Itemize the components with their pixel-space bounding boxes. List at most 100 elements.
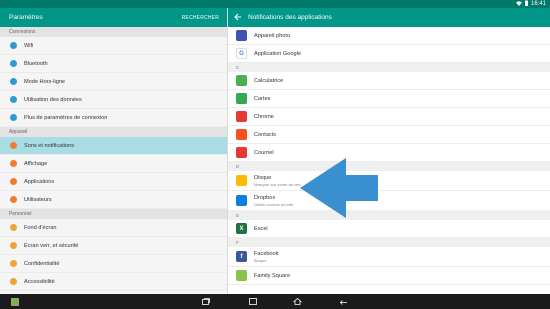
app-text: Chrome [254,114,274,120]
settings-header: Paramètres RECHERCHER [0,8,227,27]
facebook-icon: f [236,251,247,262]
wallpaper-icon [10,224,17,231]
navigation-bar [0,294,550,309]
app-text: Family Square [254,273,290,279]
calculator-icon [236,75,247,86]
section-header: Connexions [0,27,227,37]
settings-item-label: Plus de paramètres de connexion [24,114,108,121]
search-button[interactable]: RECHERCHER [182,15,219,21]
family-square-icon [236,270,247,281]
app-row[interactable]: Disque Masquer sur écran de verr. [228,171,550,191]
app-name: Facebook [254,250,279,257]
app-name: Cartes [254,95,271,102]
notifications-header: Notifications des applications [228,8,550,27]
home-icon[interactable] [293,297,302,306]
letter-header: C [228,63,550,72]
settings-item[interactable]: Fond d'écran [0,219,227,237]
settings-item[interactable]: Écran verr. et sécurité [0,237,227,255]
settings-item-label: Sons et notifications [24,142,75,149]
bluetooth-icon [10,60,17,67]
settings-item[interactable]: Utilisation des données [0,91,227,109]
app-status: Bloqué [254,257,267,263]
settings-item[interactable]: Confidentialité [0,255,227,273]
status-bar: 16:41 [0,0,550,8]
app-name: Appareil photo [254,32,291,39]
app-name: Excel [254,225,268,232]
settings-item[interactable]: Accessibilité [0,273,227,291]
app-row[interactable]: f Facebook Bloqué [228,247,550,267]
wifi-status-icon [515,0,522,8]
app-row[interactable]: X Excel [228,220,550,238]
camera-icon [236,30,247,41]
letter-header: E [228,211,550,220]
drive-icon [236,175,247,186]
users-icon [10,196,17,203]
chrome-icon [236,111,247,122]
app-row[interactable]: Family Square [228,267,550,285]
app-text: Disque Masquer sur écran de verr. [254,175,302,187]
pointer-arrow [300,158,378,218]
app-row[interactable]: Chrome [228,108,550,126]
app-row[interactable]: G Application Google [228,45,550,63]
overview-icon[interactable] [248,297,257,306]
app-name: Disque [254,174,272,181]
app-row[interactable]: Appareil photo [228,27,550,45]
lock-icon [10,242,17,249]
settings-item[interactable]: Bluetooth [0,55,227,73]
settings-item[interactable]: Utilisateurs [0,191,227,209]
app-text: Cartes [254,96,270,102]
sound-icon [10,142,17,149]
settings-item-label: Utilisateurs [24,196,52,203]
app-row[interactable]: Courriel [228,144,550,162]
wifi-icon [10,42,17,49]
dropbox-icon [236,195,247,206]
settings-item-label: Écran verr. et sécurité [24,242,79,249]
settings-item[interactable]: Plus de paramètres de connexion [0,109,227,127]
app-status: Masquer sur écran de verr. [254,181,302,187]
notifications-panel: Notifications des applications Appareil … [228,8,550,294]
app-name: Application Google [254,50,301,57]
status-icons: 16:41 [515,0,546,8]
settings-item-label: Bluetooth [24,60,48,67]
app-text: Calculatrice [254,78,283,84]
app-text: Facebook Bloqué [254,251,279,263]
battery-icon [524,0,528,8]
settings-item-label: Fond d'écran [24,224,57,231]
display-icon [10,160,17,167]
app-row[interactable]: Calculatrice [228,72,550,90]
settings-item[interactable]: Affichage [0,155,227,173]
notifications-title: Notifications des applications [248,14,332,21]
app-row[interactable]: Dropbox Définir comme priorité [228,191,550,211]
settings-item-label: Utilisation des données [24,96,82,103]
app-row[interactable]: Contacts [228,126,550,144]
back-icon[interactable] [339,297,348,306]
app-name: Dropbox [254,194,276,201]
google-icon: G [236,48,247,59]
app-row[interactable]: Cartes [228,90,550,108]
contacts-icon [236,129,247,140]
gallery-icon[interactable] [10,297,19,306]
airplane-icon [10,78,17,85]
app-text: Excel [254,226,268,232]
settings-list: Connexions Wifi Bluetooth Mode Hors-ligne Ut… [0,27,227,291]
settings-item[interactable]: Wifi [0,37,227,55]
back-arrow-icon[interactable] [234,13,242,23]
status-time: 16:41 [530,1,546,7]
settings-panel: Paramètres RECHERCHER Connexions Wifi Blue… [0,8,228,294]
section-header: Personnel [0,209,227,219]
recent-apps-icon[interactable] [201,297,210,306]
app-text: Application Google [254,51,301,57]
settings-item[interactable]: Applications [0,173,227,191]
app-name: Chrome [254,113,274,120]
settings-item[interactable]: Mode Hors-ligne [0,73,227,91]
settings-item-label: Wifi [24,42,34,49]
app-text: Courriel [254,150,274,156]
app-list: Appareil photo G Application Google C Calcul… [228,27,550,285]
settings-item[interactable]: Sons et notifications [0,137,227,155]
excel-icon: X [236,223,247,234]
settings-item-label: Applications [24,178,55,185]
app-status: Définir comme priorité [254,201,294,207]
email-icon [236,147,247,158]
settings-item-label: Confidentialité [24,260,60,267]
app-text: Contacts [254,132,276,138]
